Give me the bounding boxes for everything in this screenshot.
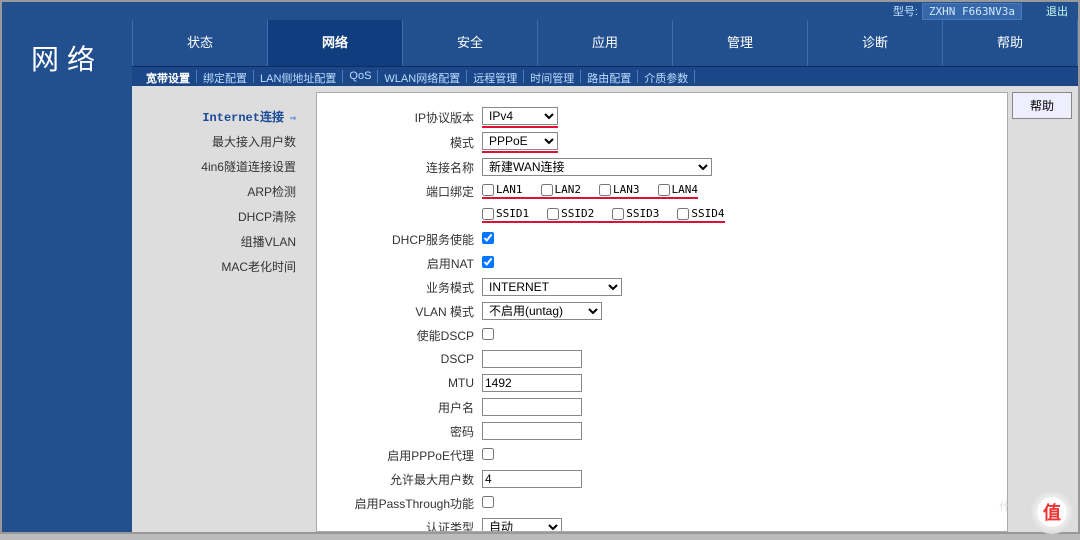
select-conn-name[interactable]: 新建WAN连接: [482, 158, 712, 176]
sub-nav: 宽带设置 绑定配置 LAN侧地址配置 QoS WLAN网络配置 远程管理 时间管…: [132, 66, 1078, 86]
nav-security[interactable]: 安全: [403, 20, 538, 66]
nav-manage[interactable]: 管理: [673, 20, 808, 66]
nav-status[interactable]: 状态: [133, 20, 268, 66]
label-mtu: MTU: [327, 376, 482, 390]
sidebar-item-maxusers[interactable]: 最大接入用户数: [140, 129, 304, 154]
select-ip-version[interactable]: IPv4: [482, 107, 558, 125]
label-passthrough: 启用PassThrough功能: [327, 495, 482, 512]
label-vlan-mode: VLAN 模式: [327, 303, 482, 320]
label-conn-name: 连接名称: [327, 159, 482, 176]
label-pppoe-proxy: 启用PPPoE代理: [327, 447, 482, 464]
checkbox-pppoe-proxy[interactable]: [482, 448, 494, 460]
sidebar-item-macage[interactable]: MAC老化时间: [140, 254, 304, 279]
select-svc-mode[interactable]: INTERNET: [482, 278, 622, 296]
form-panel: IP协议版本 IPv4 模式 PPPoE 连接名称 新建WAN连接 端口绑定: [316, 92, 1008, 532]
input-mtu[interactable]: [482, 374, 582, 392]
checkbox-lan1[interactable]: LAN1: [482, 183, 523, 196]
model-label: 型号:: [893, 3, 918, 19]
checkbox-ssid3[interactable]: SSID3: [612, 207, 659, 220]
checkbox-dscp-enable[interactable]: [482, 328, 494, 340]
label-dscp-enable: 使能DSCP: [327, 327, 482, 344]
top-bar: 型号: ZXHN F663NV3a 退出: [2, 2, 1078, 20]
select-auth-type[interactable]: 自动: [482, 518, 562, 532]
subnav-wlan[interactable]: WLAN网络配置: [378, 70, 467, 83]
checkbox-ssid4[interactable]: SSID4: [677, 207, 724, 220]
label-dhcp-enable: DHCP服务使能: [327, 231, 482, 248]
input-password[interactable]: [482, 422, 582, 440]
label-username: 用户名: [327, 399, 482, 416]
subnav-route[interactable]: 路由配置: [581, 70, 638, 83]
checkbox-lan2[interactable]: LAN2: [541, 183, 582, 196]
input-username[interactable]: [482, 398, 582, 416]
subnav-media[interactable]: 介质参数: [638, 70, 695, 83]
model-value: ZXHN F663NV3a: [922, 3, 1022, 20]
checkbox-dhcp-enable[interactable]: [482, 232, 494, 244]
subnav-binding[interactable]: 绑定配置: [197, 70, 254, 83]
select-mode[interactable]: PPPoE: [482, 132, 558, 150]
subnav-lan[interactable]: LAN侧地址配置: [254, 70, 343, 83]
nav-apps[interactable]: 应用: [538, 20, 673, 66]
nav-help[interactable]: 帮助: [943, 20, 1078, 66]
input-dscp[interactable]: [482, 350, 582, 368]
label-mode: 模式: [327, 134, 482, 151]
input-max-users[interactable]: [482, 470, 582, 488]
label-password: 密码: [327, 423, 482, 440]
label-dscp: DSCP: [327, 352, 482, 366]
watermark-badge: 值: [1030, 490, 1074, 534]
help-button[interactable]: 帮助: [1012, 92, 1072, 119]
main-nav: 状态 网络 安全 应用 管理 诊断 帮助: [132, 20, 1078, 66]
label-nat-enable: 启用NAT: [327, 255, 482, 272]
checkbox-ssid1[interactable]: SSID1: [482, 207, 529, 220]
checkbox-ssid2[interactable]: SSID2: [547, 207, 594, 220]
sidebar-item-dhcp[interactable]: DHCP清除: [140, 204, 304, 229]
subnav-remote[interactable]: 远程管理: [467, 70, 524, 83]
checkbox-lan3[interactable]: LAN3: [599, 183, 640, 196]
checkbox-passthrough[interactable]: [482, 496, 494, 508]
sidebar: Internet连接 最大接入用户数 4in6隧道连接设置 ARP检测 DHCP…: [132, 86, 312, 532]
label-svc-mode: 业务模式: [327, 279, 482, 296]
label-auth-type: 认证类型: [327, 519, 482, 533]
subnav-qos[interactable]: QoS: [343, 70, 378, 83]
label-max-users: 允许最大用户数: [327, 471, 482, 488]
checkbox-lan4[interactable]: LAN4: [658, 183, 699, 196]
sidebar-item-4in6[interactable]: 4in6隧道连接设置: [140, 154, 304, 179]
sidebar-item-internet[interactable]: Internet连接: [140, 104, 304, 129]
select-vlan-mode[interactable]: 不启用(untag): [482, 302, 602, 320]
subnav-time[interactable]: 时间管理: [524, 70, 581, 83]
nav-network[interactable]: 网络: [268, 20, 403, 66]
checkbox-nat-enable[interactable]: [482, 256, 494, 268]
label-port-bind: 端口绑定: [327, 183, 482, 200]
subnav-broadband[interactable]: 宽带设置: [140, 70, 197, 83]
sidebar-item-mcvlan[interactable]: 组播VLAN: [140, 229, 304, 254]
label-ip-version: IP协议版本: [327, 109, 482, 126]
logout-link[interactable]: 退出: [1046, 3, 1068, 19]
brand-title: 网络: [2, 20, 132, 532]
nav-diagnose[interactable]: 诊断: [808, 20, 943, 66]
sidebar-item-arp[interactable]: ARP检测: [140, 179, 304, 204]
